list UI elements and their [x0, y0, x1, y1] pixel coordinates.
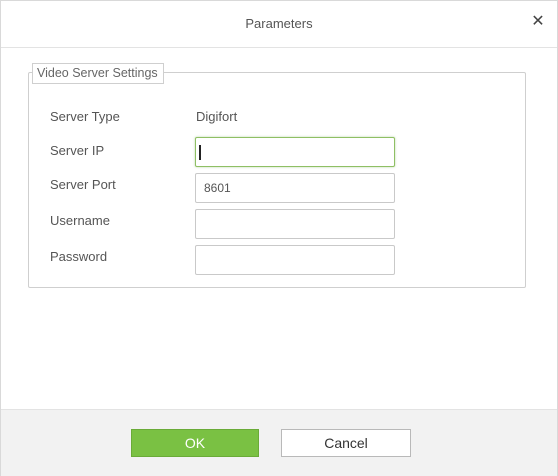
password-label: Password	[50, 249, 108, 264]
dialog-title-bar: Parameters ✕	[1, 1, 557, 48]
cancel-button[interactable]: Cancel	[281, 429, 411, 457]
server-ip-input[interactable]	[195, 137, 395, 167]
text-caret	[199, 145, 201, 160]
server-port-label: Server Port	[50, 177, 116, 192]
password-input[interactable]	[195, 245, 395, 275]
ok-button[interactable]: OK	[131, 429, 259, 457]
server-type-value: Digifort	[196, 109, 238, 124]
username-label: Username	[50, 213, 110, 228]
username-input[interactable]	[195, 209, 395, 239]
parameters-dialog: Parameters ✕ Video Server Settings Serve…	[0, 0, 558, 476]
dialog-footer	[1, 409, 557, 476]
server-type-label: Server Type	[50, 109, 120, 124]
video-server-settings-legend: Video Server Settings	[32, 63, 164, 84]
dialog-title: Parameters	[245, 16, 313, 31]
server-ip-label: Server IP	[50, 143, 105, 158]
close-icon[interactable]: ✕	[529, 13, 547, 31]
server-port-input[interactable]	[195, 173, 395, 203]
